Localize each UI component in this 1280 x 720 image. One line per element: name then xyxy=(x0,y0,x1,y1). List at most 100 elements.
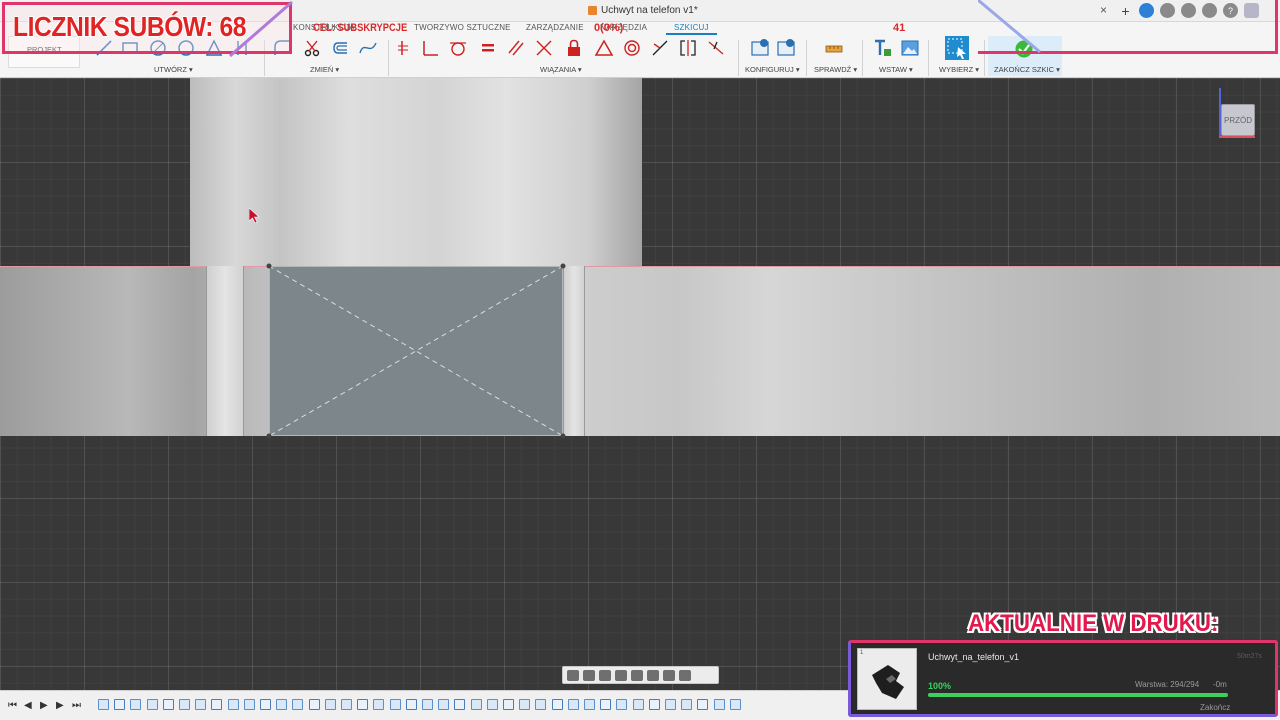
modify-group-label[interactable]: ZMIEŃ ▾ xyxy=(310,65,339,74)
timeline-feature-icon[interactable] xyxy=(308,699,320,710)
ribbon-separator xyxy=(388,40,389,76)
timeline-feature-icon[interactable] xyxy=(567,699,579,710)
pan-hand-icon[interactable] xyxy=(599,669,611,681)
timeline-feature-icon[interactable] xyxy=(162,699,174,710)
equal-constraint-icon[interactable] xyxy=(478,38,498,58)
timeline-feature-icon[interactable] xyxy=(470,699,482,710)
timeline-feature-icon[interactable] xyxy=(98,699,109,710)
insert-text-icon[interactable] xyxy=(872,38,892,58)
viewports-icon[interactable] xyxy=(679,669,691,681)
perpendicular-constraint-icon[interactable] xyxy=(420,38,440,58)
timeline-feature-icon[interactable] xyxy=(503,699,514,710)
timeline-feature-icon[interactable] xyxy=(665,699,676,710)
sketch-point[interactable] xyxy=(560,263,566,269)
sketch-point[interactable] xyxy=(266,433,272,439)
timeline-feature-icon[interactable] xyxy=(389,699,401,710)
configure-group-label[interactable]: KONFIGURUJ ▾ xyxy=(745,65,800,74)
timeline-start-icon[interactable]: ⏮ xyxy=(8,700,17,711)
select-tool-icon[interactable] xyxy=(944,35,970,61)
timeline-feature-icon[interactable] xyxy=(292,699,304,710)
timeline-feature-icon[interactable] xyxy=(551,699,563,710)
offset-tool-icon[interactable] xyxy=(330,38,350,58)
constraints-group-label[interactable]: WIĄZANIA ▾ xyxy=(540,65,582,74)
timeline-feature-icon[interactable] xyxy=(276,699,288,710)
timeline-feature-icon[interactable] xyxy=(357,699,369,710)
tab-manage[interactable]: ZARZĄDZANIE xyxy=(526,23,584,32)
ribbon-separator xyxy=(928,40,929,76)
configure-table-icon[interactable] xyxy=(750,38,770,58)
timeline-feature-icon[interactable] xyxy=(227,699,239,710)
timeline-feature-icon[interactable] xyxy=(146,699,158,710)
timeline-next-icon[interactable]: ▶ xyxy=(56,700,64,711)
phone-holder-thumbnail-icon xyxy=(872,665,904,699)
timeline-feature-icon[interactable] xyxy=(243,699,255,710)
viewcube-face-label: PRZÓD xyxy=(1224,115,1252,125)
print-remaining: -0m xyxy=(1213,680,1227,689)
timeline-feature-icon[interactable] xyxy=(697,699,709,710)
measure-ruler-icon[interactable] xyxy=(824,38,844,58)
insert-image-icon[interactable] xyxy=(900,38,920,58)
coincident-constraint-icon[interactable] xyxy=(534,38,554,58)
timeline-feature-icon[interactable] xyxy=(519,699,531,710)
inspect-group-label[interactable]: SPRAWDŹ ▾ xyxy=(814,65,857,74)
timeline-prev-icon[interactable]: ◀ xyxy=(24,700,32,711)
tab-sketch[interactable]: SZKICUJ xyxy=(666,23,717,35)
fit-zoom-icon[interactable] xyxy=(631,669,643,681)
grid-settings-icon[interactable] xyxy=(663,669,675,681)
symmetry-constraint-icon[interactable] xyxy=(678,38,698,58)
timeline-feature-icon[interactable] xyxy=(681,699,693,710)
model-band xyxy=(0,266,1280,436)
curvature-constraint-icon[interactable] xyxy=(706,38,726,58)
display-settings-icon[interactable] xyxy=(647,669,659,681)
tangent-constraint-icon[interactable] xyxy=(448,38,468,58)
fix-lock-icon[interactable] xyxy=(564,38,584,58)
navigation-toolbar xyxy=(562,666,719,684)
timeline-feature-icon[interactable] xyxy=(454,699,466,710)
print-job-card: 1 Uchwyt_na_telefon_v1 50m27s 100% Warst… xyxy=(848,640,1278,717)
timeline-feature-icon[interactable] xyxy=(405,699,417,710)
timeline-feature-icon[interactable] xyxy=(713,699,725,710)
midpoint-constraint-icon[interactable] xyxy=(650,38,670,58)
timeline-feature-icon[interactable] xyxy=(373,699,385,710)
insert-group-label[interactable]: WSTAW ▾ xyxy=(879,65,913,74)
select-group-label[interactable]: WYBIERZ ▾ xyxy=(939,65,979,74)
tab-plastic[interactable]: TWORZYWO SZTUCZNE xyxy=(414,23,511,32)
timeline-feature-icon[interactable] xyxy=(195,699,207,710)
subscription-goal-count: 41 xyxy=(893,22,906,34)
timeline-feature-icon[interactable] xyxy=(211,699,223,710)
timeline-feature-icon[interactable] xyxy=(438,699,450,710)
timeline-feature-icon[interactable] xyxy=(600,699,612,710)
model-clip-left xyxy=(206,266,244,436)
configure-rules-icon[interactable] xyxy=(776,38,796,58)
timeline-end-icon[interactable]: ⏭ xyxy=(72,700,81,711)
create-group-label[interactable]: UTWÓRZ ▾ xyxy=(154,65,193,74)
document-tab[interactable]: Uchwyt na telefon v1* xyxy=(588,5,698,16)
timeline-feature-icon[interactable] xyxy=(486,699,498,710)
viewcube[interactable]: PRZÓD xyxy=(1221,104,1255,136)
timeline-feature-icon[interactable] xyxy=(179,699,190,710)
timeline-feature-icon[interactable] xyxy=(616,699,628,710)
timeline-feature-icon[interactable] xyxy=(535,699,547,710)
timeline-feature-icon[interactable] xyxy=(260,699,271,710)
sketch-point[interactable] xyxy=(560,433,566,439)
timeline-feature-icon[interactable] xyxy=(422,699,433,710)
timeline-feature-icon[interactable] xyxy=(729,699,741,710)
concentric-constraint-icon[interactable] xyxy=(622,38,642,58)
timeline-feature-icon[interactable] xyxy=(130,699,142,710)
orbit-icon[interactable] xyxy=(567,669,579,681)
spline-tool-icon[interactable] xyxy=(358,38,378,58)
timeline-play-icon[interactable]: ▶ xyxy=(40,700,48,711)
timeline-feature-icon[interactable] xyxy=(584,699,595,710)
canvas-viewport[interactable]: PRZÓD xyxy=(0,78,1280,690)
timeline-feature-icon[interactable] xyxy=(648,699,660,710)
timeline-feature-icon[interactable] xyxy=(341,699,352,710)
parallel-constraint-icon[interactable] xyxy=(506,38,526,58)
sketch-point[interactable] xyxy=(266,263,272,269)
timeline-feature-icon[interactable] xyxy=(324,699,336,710)
timeline-feature-icon[interactable] xyxy=(114,699,126,710)
triangle-constraint-icon[interactable] xyxy=(594,38,614,58)
timeline-feature-icon[interactable] xyxy=(632,699,644,710)
look-at-icon[interactable] xyxy=(583,669,595,681)
horizontal-vertical-constraint-icon[interactable] xyxy=(394,38,414,58)
zoom-icon[interactable] xyxy=(615,669,627,681)
